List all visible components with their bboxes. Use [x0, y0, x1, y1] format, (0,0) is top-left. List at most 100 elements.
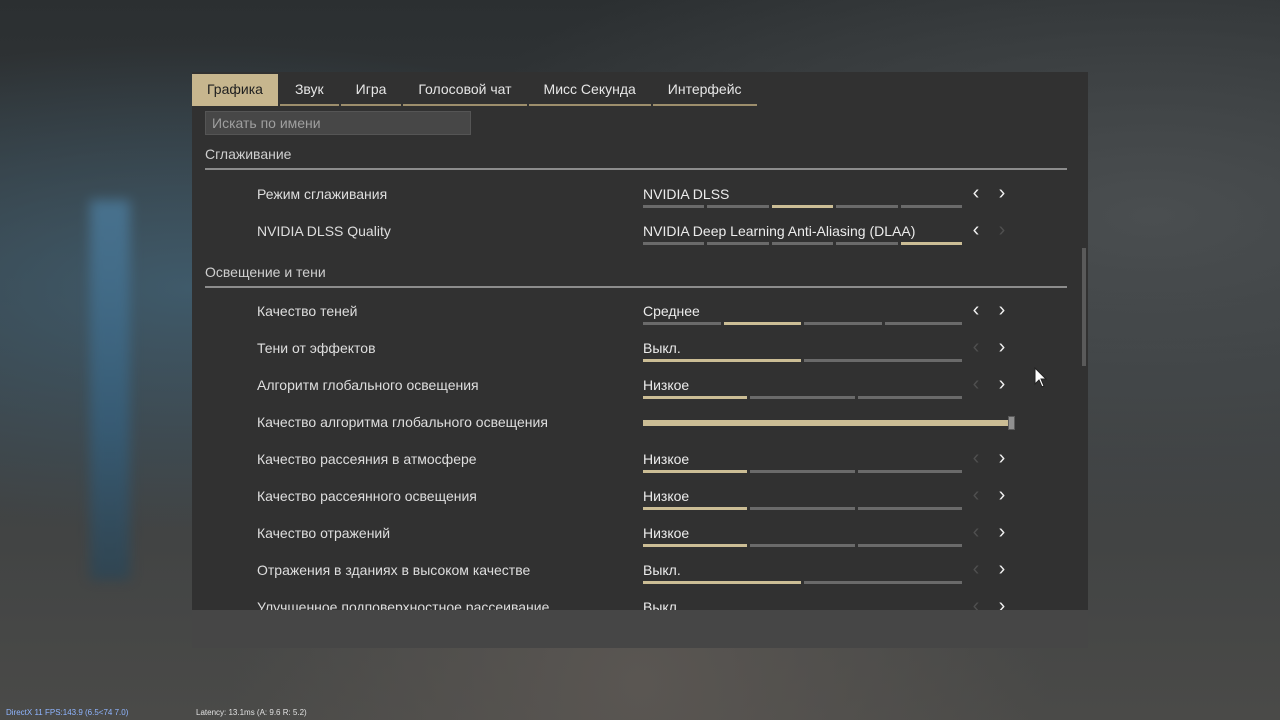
level-indicator [643, 396, 962, 399]
level-segment [857, 470, 962, 473]
level-indicator [643, 470, 962, 473]
setting-label: Качество теней [257, 303, 358, 319]
slider-handle[interactable] [1008, 416, 1015, 430]
level-segment [857, 396, 962, 399]
setting-value: Низкое [643, 451, 690, 467]
level-indicator [643, 322, 962, 325]
chevron-left-icon[interactable]: ‹ [966, 182, 986, 204]
setting-value: Выкл. [643, 562, 681, 578]
setting-row: Качество теней Среднее ‹ › [192, 291, 1072, 328]
settings-list: Сглаживание Режим сглаживания NVIDIA DLSS… [192, 132, 1088, 610]
chevron-left-icon[interactable]: ‹ [966, 299, 986, 321]
setting-label: Качество отражений [257, 525, 391, 541]
chevron-right-icon[interactable]: › [992, 558, 1012, 580]
level-segment [857, 544, 962, 547]
level-segment [836, 242, 898, 245]
background-blur [90, 200, 130, 580]
setting-value: NVIDIA Deep Learning Anti-Aliasing (DLAA… [643, 223, 916, 239]
level-segment [643, 544, 748, 547]
setting-row: Режим сглаживания NVIDIA DLSS ‹ › [192, 174, 1072, 211]
level-segment [643, 507, 748, 510]
chevron-left-icon[interactable]: ‹ [966, 484, 986, 506]
level-segment [707, 242, 769, 245]
setting-row: Качество рассеянного освещения Низкое ‹ › [192, 476, 1072, 513]
level-segment [804, 359, 962, 362]
chevron-right-icon[interactable]: › [992, 373, 1012, 395]
level-segment [804, 581, 962, 584]
setting-label: Улучшенное подповерхностное рассеивание [257, 599, 550, 610]
level-segment [643, 242, 705, 245]
setting-label: Качество рассеянного освещения [257, 488, 477, 504]
setting-value: NVIDIA DLSS [643, 186, 730, 202]
chevron-right-icon[interactable]: › [992, 219, 1012, 241]
level-indicator [643, 359, 962, 362]
setting-row: Отражения в зданиях в высоком качестве Вы… [192, 550, 1072, 587]
section-antialiasing: Сглаживание [205, 132, 1067, 170]
level-segment [643, 396, 748, 399]
setting-label: Тени от эффектов [257, 340, 376, 356]
chevron-left-icon[interactable]: ‹ [966, 336, 986, 358]
tab-miss-second[interactable]: Мисс Секунда [528, 74, 651, 106]
chevron-left-icon[interactable]: ‹ [966, 521, 986, 543]
chevron-left-icon[interactable]: ‹ [966, 373, 986, 395]
section-title: Сглаживание [205, 146, 292, 162]
setting-label: Алгоритм глобального освещения [257, 377, 479, 393]
level-segment [771, 242, 834, 245]
chevron-right-icon[interactable]: › [992, 521, 1012, 543]
chevron-right-icon[interactable]: › [992, 484, 1012, 506]
setting-label: Режим сглаживания [257, 186, 388, 202]
scrollbar[interactable] [1082, 248, 1086, 366]
setting-value: Низкое [643, 377, 690, 393]
tab-sound[interactable]: Звук [279, 74, 339, 106]
level-segment [884, 322, 962, 325]
setting-row: Алгоритм глобального освещения Низкое ‹ › [192, 365, 1072, 402]
chevron-right-icon[interactable]: › [992, 299, 1012, 321]
level-indicator [643, 581, 962, 584]
chevron-right-icon[interactable]: › [992, 447, 1012, 469]
level-indicator [643, 205, 963, 208]
setting-value: Среднее [643, 303, 700, 319]
tab-graphics[interactable]: Графика [192, 74, 278, 106]
level-segment [857, 507, 962, 510]
setting-row: NVIDIA DLSS Quality NVIDIA Deep Learning … [192, 211, 1072, 248]
latency-readout: Latency: 13.1ms (A: 9.6 R: 5.2) [196, 708, 307, 717]
quality-slider[interactable] [643, 420, 1012, 426]
chevron-left-icon[interactable]: ‹ [966, 219, 986, 241]
setting-label: NVIDIA DLSS Quality [257, 223, 391, 239]
setting-label: Отражения в зданиях в высоком качестве [257, 562, 531, 578]
level-segment [900, 242, 963, 245]
level-segment [643, 205, 705, 208]
chevron-left-icon[interactable]: ‹ [966, 558, 986, 580]
settings-panel: Графика Звук Игра Голосовой чат Мисс Сек… [192, 72, 1088, 648]
section-title: Освещение и тени [205, 264, 326, 280]
section-lighting: Освещение и тени [205, 250, 1067, 288]
setting-value: Выкл. [643, 340, 681, 356]
chevron-left-icon[interactable]: ‹ [966, 595, 986, 610]
setting-label: Качество алгоритма глобального освещения [257, 414, 548, 430]
level-segment [643, 581, 801, 584]
level-segment [723, 322, 801, 325]
level-indicator [643, 242, 963, 245]
tab-interface[interactable]: Интерфейс [652, 74, 757, 106]
footer-bar [192, 610, 1088, 648]
tab-game[interactable]: Игра [340, 74, 402, 106]
level-segment [643, 359, 801, 362]
tab-voice-chat[interactable]: Голосовой чат [403, 74, 527, 106]
chevron-right-icon[interactable]: › [992, 595, 1012, 610]
chevron-left-icon[interactable]: ‹ [966, 447, 986, 469]
settings-tabs: Графика Звук Игра Голосовой чат Мисс Сек… [192, 74, 759, 106]
setting-row: Качество алгоритма глобального освещения [192, 402, 1072, 439]
level-segment [750, 396, 855, 399]
chevron-right-icon[interactable]: › [992, 336, 1012, 358]
level-segment [804, 322, 882, 325]
setting-value: Низкое [643, 525, 690, 541]
level-indicator [643, 544, 962, 547]
level-segment [750, 470, 855, 473]
level-segment [643, 322, 721, 325]
setting-label: Качество рассеяния в атмосфере [257, 451, 477, 467]
chevron-right-icon[interactable]: › [992, 182, 1012, 204]
level-segment [836, 205, 898, 208]
level-segment [900, 205, 963, 208]
level-segment [750, 507, 855, 510]
setting-row: Улучшенное подповерхностное рассеивание В… [192, 587, 1072, 610]
